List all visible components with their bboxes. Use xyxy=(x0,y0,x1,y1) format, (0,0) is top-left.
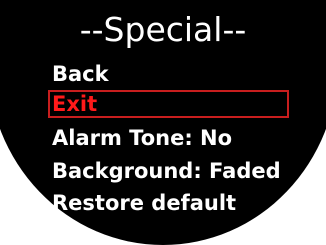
special-menu: Back Exit Alarm Tone: No Background: Fad… xyxy=(0,0,326,245)
menu-item-back[interactable]: Back xyxy=(52,61,109,87)
menu-item-background[interactable]: Background: Faded xyxy=(52,158,281,184)
menu-item-alarm-tone[interactable]: Alarm Tone: No xyxy=(52,125,232,151)
menu-item-restore-default[interactable]: Restore default xyxy=(52,190,236,216)
menu-item-exit[interactable]: Exit xyxy=(52,91,97,117)
watch-screen: --Special-- Back Exit Alarm Tone: No Bac… xyxy=(0,0,326,245)
